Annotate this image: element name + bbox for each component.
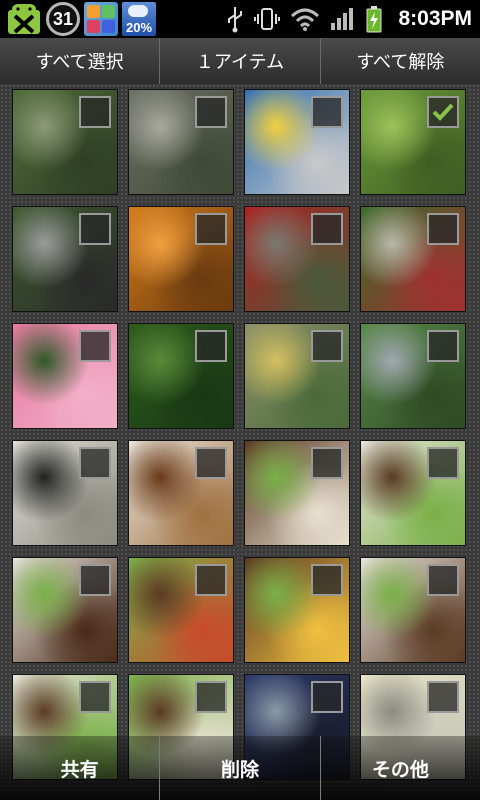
checkbox-unchecked[interactable] — [79, 213, 111, 245]
photo-thumbnail-dish-asparagus-3[interactable] — [244, 557, 350, 663]
calendar-icon: 31 — [46, 2, 80, 36]
checkbox-unchecked[interactable] — [427, 681, 459, 713]
checkbox-unchecked[interactable] — [195, 96, 227, 128]
android-debug-icon — [8, 4, 40, 34]
photo-thumbnail-pine-branch[interactable] — [128, 323, 234, 429]
checkbox-unchecked[interactable] — [195, 447, 227, 479]
checkbox-unchecked[interactable] — [311, 213, 343, 245]
checkbox-unchecked[interactable] — [79, 447, 111, 479]
app-tile-icon — [84, 2, 118, 36]
usb-icon — [228, 7, 243, 33]
status-bar: 31 20% 8:03PM — [0, 0, 480, 38]
checkbox-unchecked[interactable] — [427, 564, 459, 596]
wifi-icon — [291, 8, 320, 31]
checkbox-unchecked[interactable] — [195, 681, 227, 713]
checkbox-unchecked[interactable] — [311, 564, 343, 596]
weather-percent: 20% — [125, 20, 153, 35]
photo-thumbnail-chains[interactable] — [12, 206, 118, 312]
bottom-action-bar: 共有 削除 その他 — [0, 736, 480, 800]
checkbox-unchecked[interactable] — [427, 330, 459, 362]
photo-thumbnail-city-trees[interactable] — [360, 323, 466, 429]
photo-thumbnail-dish-plate[interactable] — [360, 440, 466, 546]
vibrate-icon — [254, 8, 281, 30]
clock-time: 8:03PM — [398, 7, 472, 30]
checkbox-unchecked[interactable] — [311, 681, 343, 713]
share-button[interactable]: 共有 — [0, 736, 161, 800]
battery-charging-icon — [366, 6, 382, 33]
deselect-all-button[interactable]: すべて解除 — [321, 38, 480, 84]
more-button[interactable]: その他 — [321, 736, 480, 800]
checkbox-unchecked[interactable] — [195, 330, 227, 362]
photo-thumbnail-lanterns[interactable] — [12, 440, 118, 546]
checkbox-unchecked[interactable] — [79, 564, 111, 596]
photo-thumbnail-dish-plate-2[interactable] — [360, 557, 466, 663]
photo-thumbnail-train[interactable] — [244, 323, 350, 429]
photo-thumbnail-potted-plants[interactable] — [12, 89, 118, 195]
selection-action-bar: すべて選択 １アイテム すべて解除 — [0, 38, 480, 84]
photo-thumbnail-fountain[interactable] — [128, 89, 234, 195]
photo-thumbnail-soup[interactable] — [128, 440, 234, 546]
photo-thumbnail-dish-asparagus[interactable] — [244, 440, 350, 546]
checkbox-unchecked[interactable] — [79, 96, 111, 128]
thumbnail-grid — [0, 84, 480, 800]
photo-thumbnail-pink-flower[interactable] — [12, 323, 118, 429]
delete-button[interactable]: 削除 — [160, 736, 321, 800]
photo-thumbnail-green-leaves[interactable] — [360, 89, 466, 195]
photo-thumbnail-swing-set[interactable] — [360, 206, 466, 312]
calendar-day-text: 31 — [52, 8, 74, 29]
checkbox-unchecked[interactable] — [79, 330, 111, 362]
checkmark-icon — [432, 103, 454, 121]
checkbox-unchecked[interactable] — [427, 447, 459, 479]
photo-thumbnail-dish-asparagus-2[interactable] — [128, 557, 234, 663]
checkbox-unchecked[interactable] — [311, 96, 343, 128]
checkbox-unchecked[interactable] — [195, 564, 227, 596]
checkbox-unchecked[interactable] — [79, 681, 111, 713]
selection-count: １アイテム — [160, 38, 321, 84]
checkbox-checked[interactable] — [427, 96, 459, 128]
checkbox-unchecked[interactable] — [311, 330, 343, 362]
signal-icon — [331, 8, 354, 30]
photo-thumbnail-swing-red[interactable] — [244, 206, 350, 312]
checkbox-unchecked[interactable] — [311, 447, 343, 479]
photo-thumbnail-orange-slide[interactable] — [128, 206, 234, 312]
photo-thumbnail-penguin-slide[interactable] — [244, 89, 350, 195]
select-all-button[interactable]: すべて選択 — [0, 38, 161, 84]
photo-thumbnail-dish-closeup[interactable] — [12, 557, 118, 663]
checkbox-unchecked[interactable] — [195, 213, 227, 245]
checkbox-unchecked[interactable] — [427, 213, 459, 245]
weather-icon: 20% — [122, 2, 156, 36]
